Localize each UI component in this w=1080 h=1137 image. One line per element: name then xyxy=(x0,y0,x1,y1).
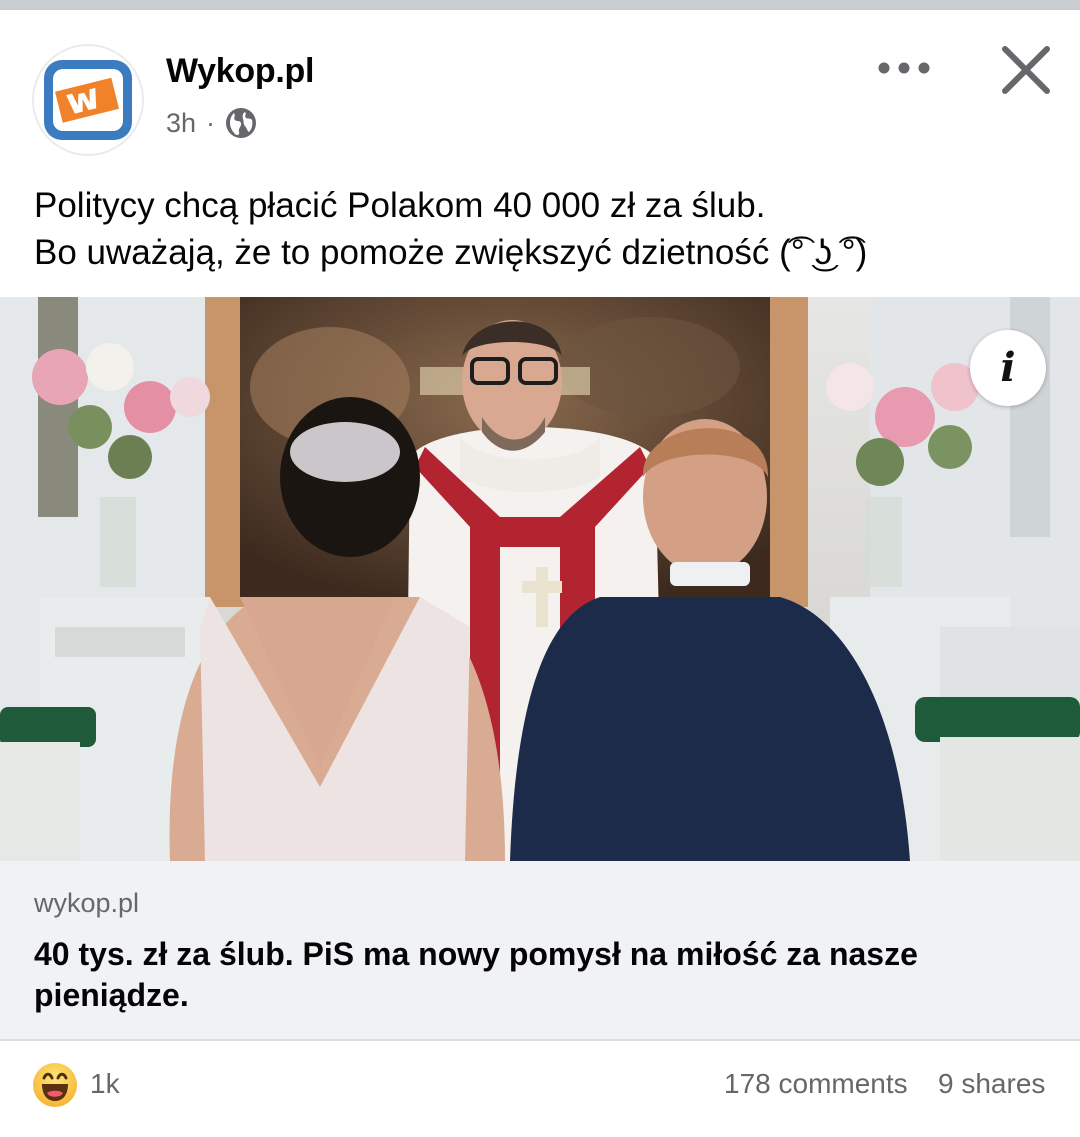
link-domain[interactable]: wykop.pl xyxy=(34,888,139,919)
post-text-line-2: Bo uważają, że to pomoże zwiększyć dziet… xyxy=(34,233,868,272)
top-divider xyxy=(0,0,1080,10)
page-avatar[interactable] xyxy=(34,46,142,154)
post-meta: 3h · xyxy=(166,106,257,140)
reactions-count[interactable]: 1k xyxy=(90,1068,120,1100)
more-horizontal-icon xyxy=(878,62,930,74)
link-title[interactable]: 40 tys. zł za ślub. PiS ma nowy pomysł n… xyxy=(34,934,1034,1016)
comments-count[interactable]: 178 comments xyxy=(724,1068,908,1100)
close-icon xyxy=(1002,46,1050,94)
post-text: Politycy chcą płacić Polakom 40 000 zł z… xyxy=(34,182,1054,276)
page-name[interactable]: Wykop.pl xyxy=(166,52,314,91)
post-image[interactable] xyxy=(0,297,1080,861)
shares-count[interactable]: 9 shares xyxy=(938,1068,1045,1100)
more-options-button[interactable] xyxy=(874,48,938,88)
post-time[interactable]: 3h xyxy=(166,108,196,139)
post-text-line-1: Politycy chcą płacić Polakom 40 000 zł z… xyxy=(34,186,766,225)
image-info-button[interactable]: i xyxy=(970,330,1046,406)
wedding-photo xyxy=(0,297,1080,861)
meta-separator: · xyxy=(206,107,216,138)
wykop-logo-icon xyxy=(44,60,132,140)
close-post-button[interactable] xyxy=(996,40,1056,100)
haha-reaction-icon[interactable] xyxy=(32,1062,78,1108)
info-icon: i xyxy=(1000,344,1016,391)
globe-icon xyxy=(225,107,257,139)
